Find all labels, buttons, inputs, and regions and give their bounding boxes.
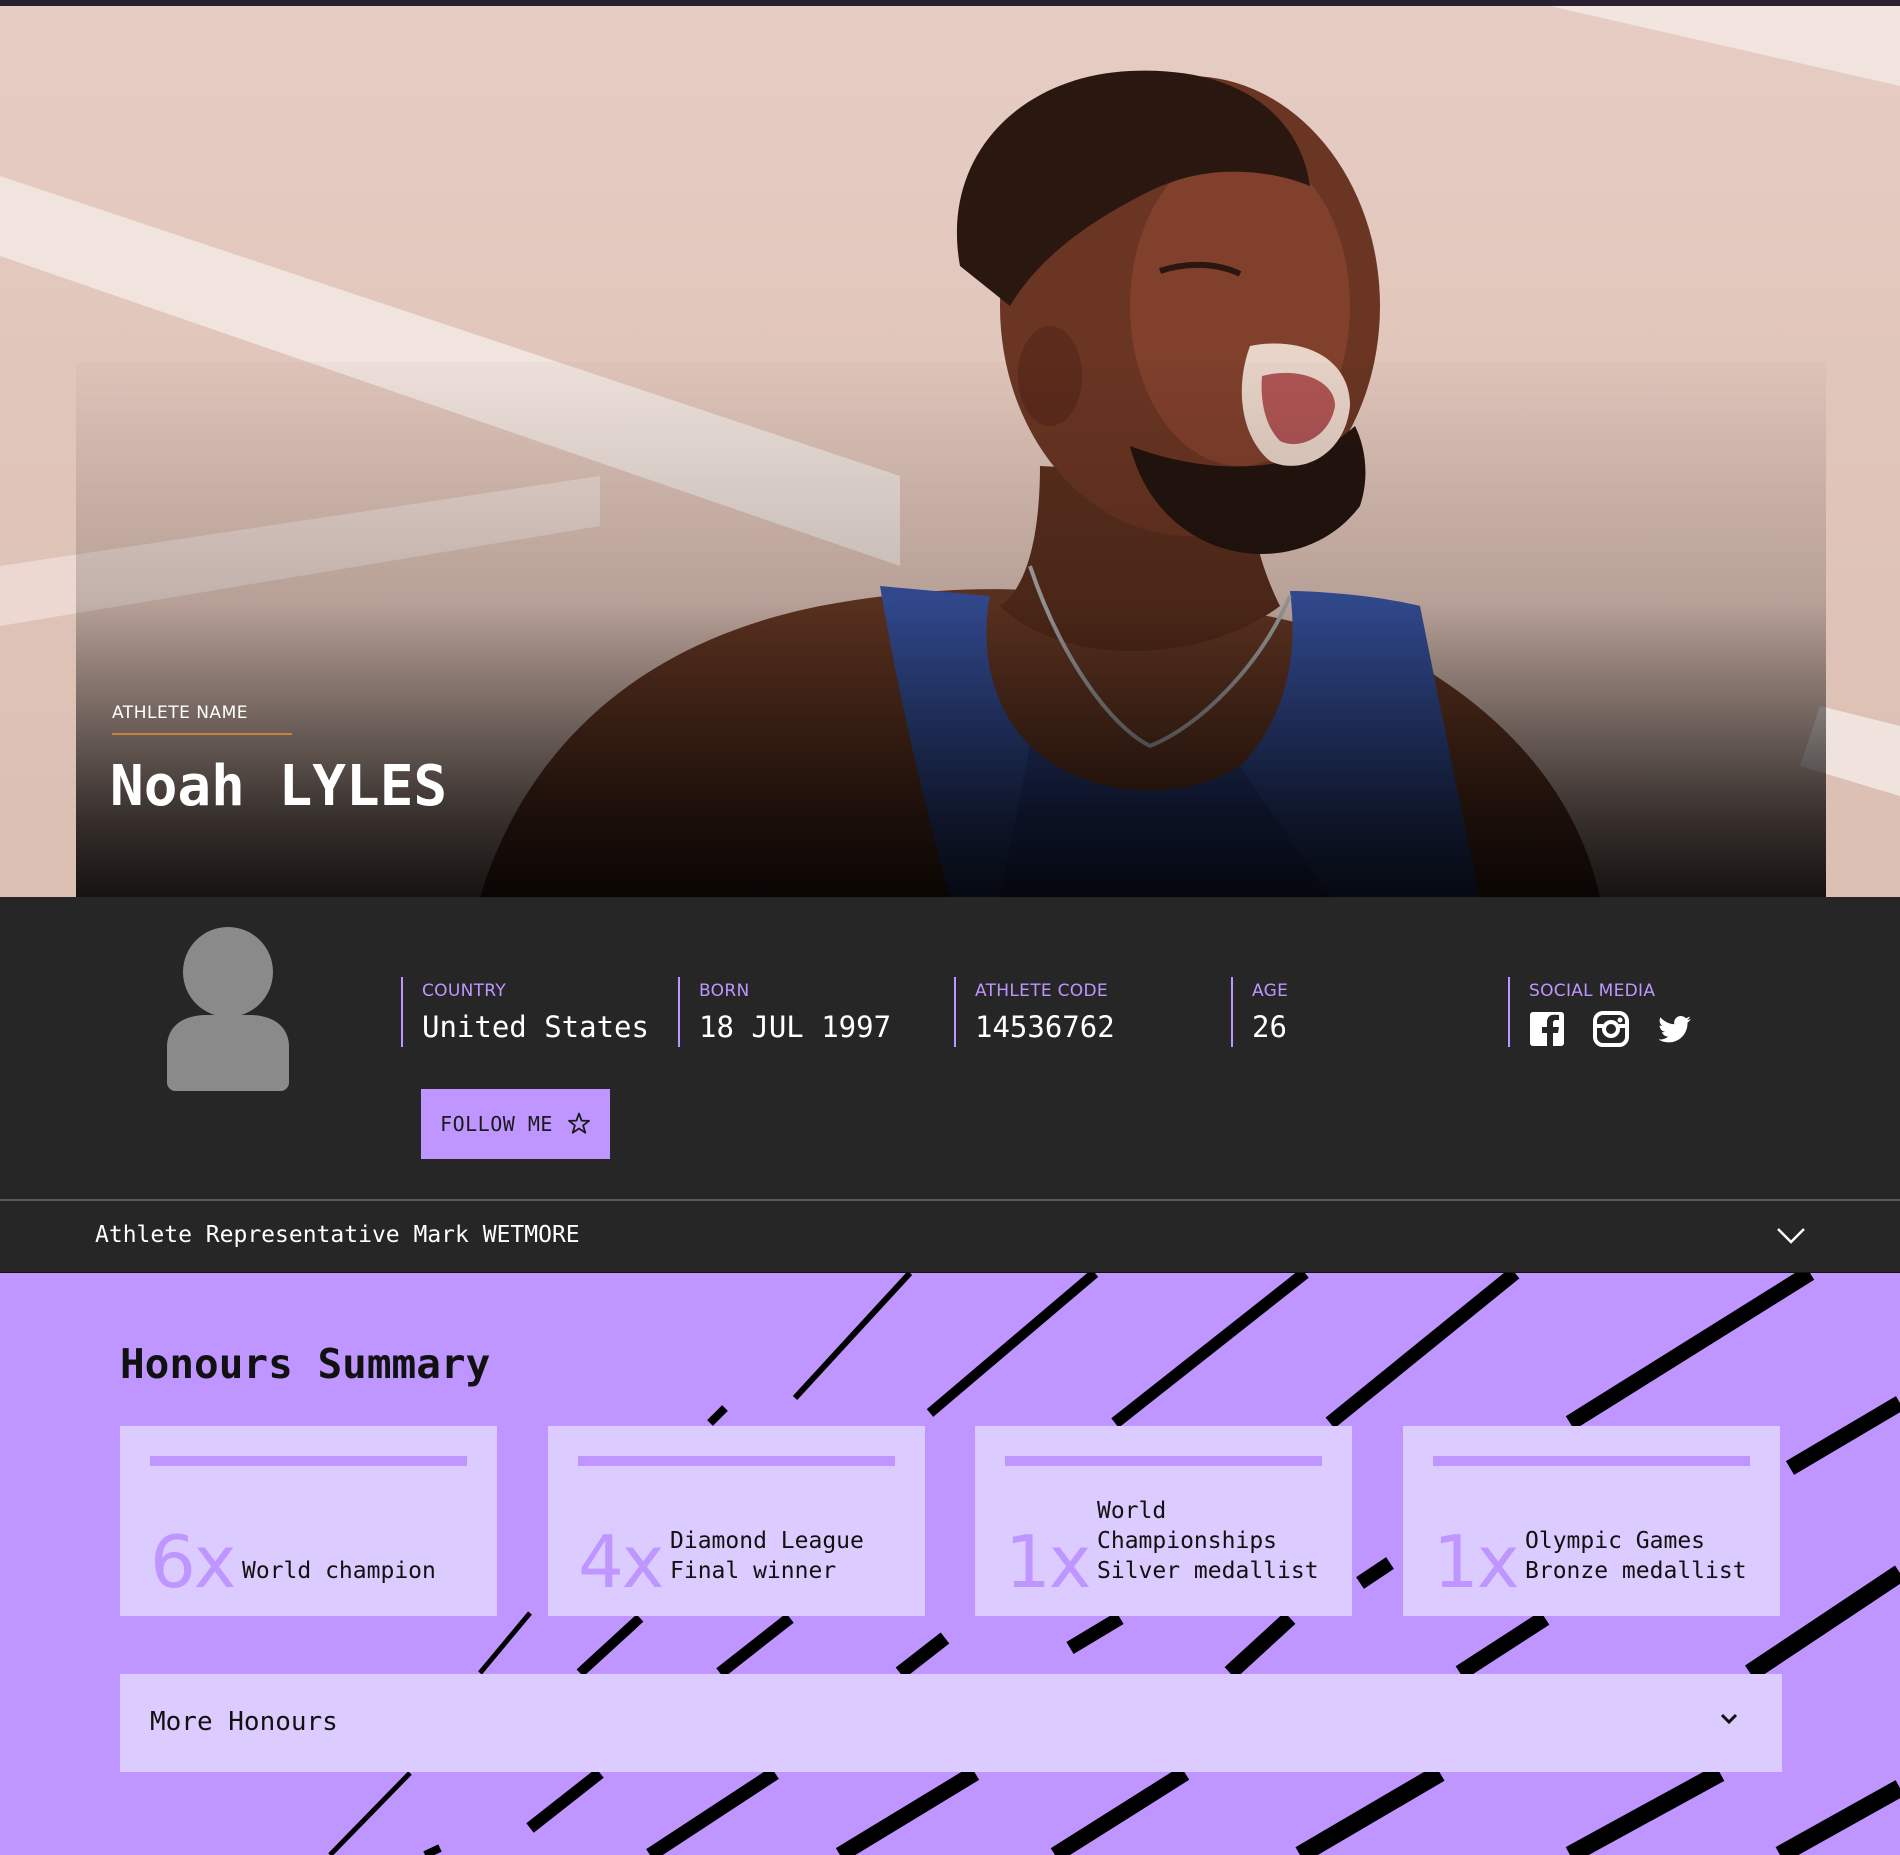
- athlete-profile-bar: COUNTRY United States BORN 18 JUL 1997 A…: [0, 897, 1900, 1199]
- more-honours-toggle[interactable]: More Honours: [120, 1674, 1782, 1772]
- stat-country: COUNTRY United States: [401, 977, 649, 1047]
- stat-label: BORN: [699, 981, 750, 1001]
- chevron-down-icon[interactable]: [1776, 1226, 1806, 1246]
- honour-card: 4x Diamond League Final winner: [548, 1426, 925, 1616]
- stat-social-media: SOCIAL MEDIA: [1508, 977, 1695, 1047]
- stat-label: SOCIAL MEDIA: [1529, 981, 1656, 1001]
- card-accent-bar: [150, 1456, 467, 1466]
- honour-description: World Championships Silver medallist: [1097, 1498, 1319, 1584]
- instagram-icon[interactable]: [1593, 1011, 1631, 1049]
- honour-card: 1x Olympic Games Bronze medallist: [1403, 1426, 1780, 1616]
- honours-summary-section: Honours Summary 6x World champion 4x Dia…: [0, 1273, 1900, 1855]
- honour-count: 6x: [150, 1520, 236, 1604]
- honours-title: Honours Summary: [120, 1340, 491, 1388]
- stat-born: BORN 18 JUL 1997: [678, 977, 891, 1047]
- athlete-representative-row[interactable]: Athlete Representative Mark WETMORE: [0, 1199, 1900, 1273]
- star-icon: [568, 1112, 590, 1134]
- athlete-hero: ATHLETE NAME Noah LYLES: [0, 6, 1900, 897]
- stat-value: 14536762: [975, 1010, 1115, 1044]
- more-honours-label: More Honours: [150, 1707, 338, 1737]
- facebook-icon[interactable]: [1529, 1011, 1567, 1049]
- athlete-name: Noah LYLES: [110, 754, 448, 819]
- card-accent-bar: [1005, 1456, 1322, 1466]
- label-underline: [112, 733, 292, 735]
- stat-label: ATHLETE CODE: [975, 981, 1108, 1001]
- follow-button-label: FOLLOW ME: [440, 1112, 553, 1136]
- stat-value: 26: [1252, 1010, 1287, 1044]
- athlete-name-label: ATHLETE NAME: [112, 703, 248, 723]
- representative-text: Athlete Representative Mark WETMORE: [95, 1222, 580, 1248]
- stat-value: 18 JUL 1997: [699, 1010, 892, 1044]
- card-accent-bar: [578, 1456, 895, 1466]
- card-accent-bar: [1433, 1456, 1750, 1466]
- twitter-icon[interactable]: [1657, 1011, 1695, 1049]
- stat-label: AGE: [1252, 981, 1289, 1001]
- honour-count: 1x: [1005, 1520, 1091, 1604]
- honour-count: 1x: [1433, 1520, 1519, 1604]
- honour-description: World champion: [242, 1558, 436, 1584]
- honour-description: Olympic Games Bronze medallist: [1525, 1528, 1747, 1584]
- honour-count: 4x: [578, 1520, 664, 1604]
- stat-athlete-code: ATHLETE CODE 14536762: [954, 977, 1115, 1047]
- chevron-down-icon[interactable]: [1719, 1711, 1739, 1727]
- honour-card: 1x World Championships Silver medallist: [975, 1426, 1352, 1616]
- honour-description: Diamond League Final winner: [670, 1528, 864, 1584]
- follow-button[interactable]: FOLLOW ME: [421, 1089, 610, 1159]
- avatar-placeholder-icon: [167, 927, 289, 1091]
- honour-card: 6x World champion: [120, 1426, 497, 1616]
- stat-label: COUNTRY: [422, 981, 507, 1001]
- social-icons: [1529, 1011, 1695, 1049]
- stat-value: United States: [422, 1010, 649, 1044]
- stat-age: AGE 26: [1231, 977, 1288, 1047]
